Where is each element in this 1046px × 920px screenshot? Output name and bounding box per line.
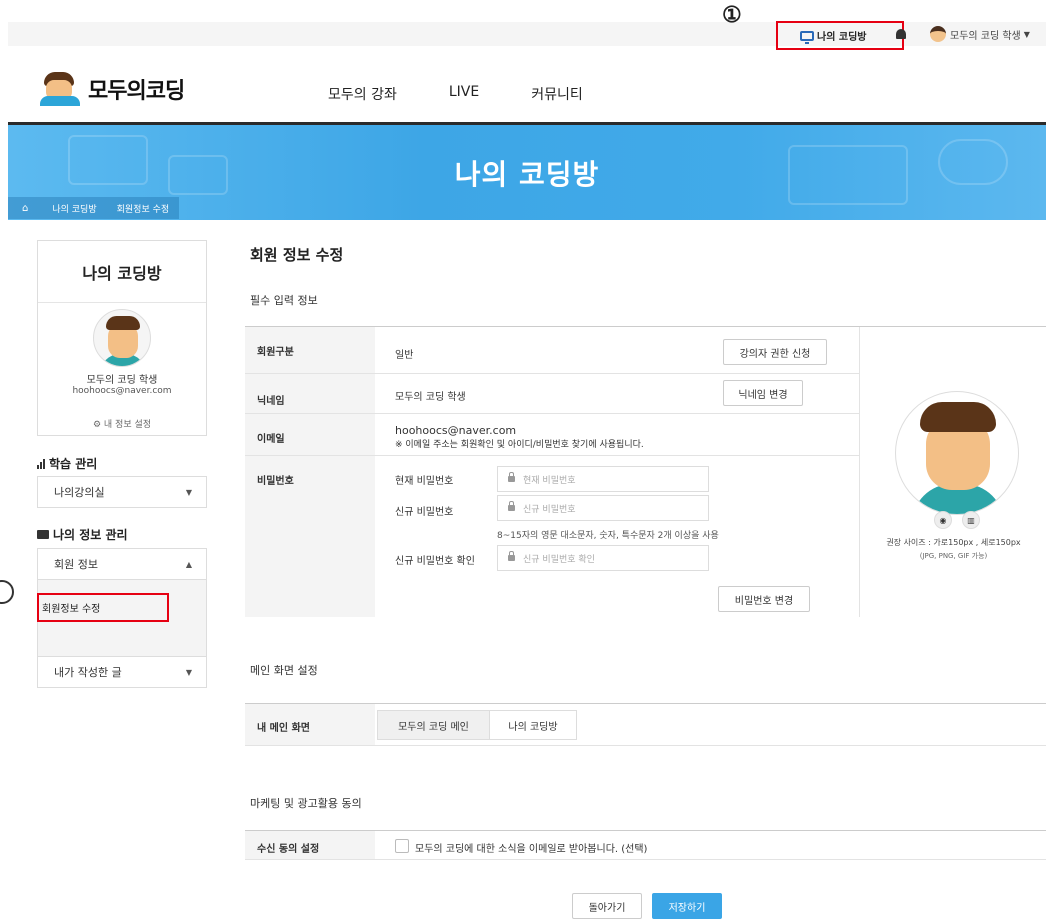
- marketing-title: 마케팅 및 광고활용 동의: [250, 797, 362, 810]
- learning-section-title: 학습 관리: [37, 455, 97, 472]
- member-info-label: 회원 정보: [54, 558, 98, 571]
- nav-community[interactable]: 커뮤니티: [531, 84, 583, 104]
- user-name: 모두의 코딩 학생: [950, 30, 1021, 42]
- trash-icon[interactable]: ▥: [962, 511, 980, 529]
- breadcrumb: ⌂ 나의 코딩방 회원정보 수정: [8, 197, 180, 219]
- breadcrumb-item[interactable]: 나의 코딩방: [42, 197, 107, 219]
- photo-size-note: 권장 사이즈 : 가로150px , 세로150px: [886, 538, 1021, 547]
- profile-photo: [895, 391, 1019, 515]
- confirm-password-label: 신규 비밀번호 확인: [395, 556, 475, 567]
- caret-down-icon: ▼: [1023, 29, 1030, 39]
- confirm-password-placeholder: 신규 비밀번호 확인: [523, 554, 595, 565]
- member-edit-label: 회원정보 수정: [42, 604, 101, 615]
- member-type-row: 회원구분 일반 강의자 권한 신청: [245, 327, 859, 374]
- back-button[interactable]: 돌아가기: [572, 893, 642, 919]
- my-classroom-select[interactable]: 나의강의실 ▼: [37, 476, 207, 508]
- banner-title: 나의 코딩방: [454, 158, 600, 191]
- consent-row: 수신 동의 설정 모두의 코딩에 대한 소식을 이메일로 받아봅니다. (선택): [245, 830, 1046, 860]
- breadcrumb-item: 회원정보 수정: [106, 197, 180, 219]
- nav-courses[interactable]: 모두의 강좌: [328, 84, 397, 104]
- current-password-input[interactable]: 현재 비밀번호: [497, 466, 709, 492]
- logo-mascot-icon: [36, 72, 86, 106]
- password-label: 비밀번호: [245, 456, 375, 617]
- main-screen-label: 내 메인 화면: [245, 704, 375, 745]
- instructor-request-button[interactable]: 강의자 권한 신청: [723, 339, 827, 365]
- gear-icon: ⚙: [92, 420, 102, 430]
- camera-icon[interactable]: ◉: [934, 511, 952, 529]
- page-title: 회원 정보 수정: [250, 246, 344, 264]
- nickname-value: 모두의 코딩 학생: [395, 392, 466, 403]
- nav-live[interactable]: LIVE: [449, 84, 479, 104]
- consent-label: 수신 동의 설정: [245, 831, 375, 859]
- main-option-mycoding[interactable]: 나의 코딩방: [489, 710, 577, 740]
- current-password-label: 현재 비밀번호: [395, 476, 454, 487]
- main-option-modu[interactable]: 모두의 코딩 메인: [377, 710, 490, 740]
- logo-text: 모두의코딩: [88, 79, 185, 104]
- lock-icon: [508, 501, 515, 511]
- profile-email: hoohoocs@naver.com: [72, 386, 172, 396]
- chevron-down-icon: ▼: [185, 487, 192, 497]
- chevron-up-icon: ▲: [185, 559, 192, 569]
- confirm-password-input[interactable]: 신규 비밀번호 확인: [497, 545, 709, 571]
- consent-checkbox[interactable]: [395, 839, 409, 853]
- my-posts-label: 내가 작성한 글: [54, 666, 122, 679]
- current-password-placeholder: 현재 비밀번호: [523, 475, 576, 486]
- main-nav: 모두의 강좌 LIVE 커뮤니티: [328, 84, 583, 104]
- save-button[interactable]: 저장하기: [652, 893, 722, 919]
- member-type-value: 일반: [395, 350, 414, 361]
- email-value: hoohoocs@naver.com: [395, 424, 517, 437]
- new-password-input[interactable]: 신규 비밀번호: [497, 495, 709, 521]
- member-info-select[interactable]: 회원 정보 ▲: [37, 548, 207, 580]
- info-title-label: 나의 정보 관리: [53, 528, 128, 542]
- profile-name: 모두의 코딩 학생: [86, 375, 158, 386]
- nickname-change-button[interactable]: 닉네임 변경: [723, 380, 803, 406]
- photo-buttons: ◉ ▥: [934, 511, 980, 529]
- sidebar-profile-card: 나의 코딩방 모두의 코딩 학생 hoohoocs@naver.com ⚙ 내 …: [37, 240, 207, 436]
- member-type-label: 회원구분: [245, 327, 375, 373]
- user-avatar-icon: [930, 26, 946, 42]
- email-note: ※ 이메일 주소는 회원확인 및 아이디/비밀번호 찾기에 사용됩니다.: [395, 440, 644, 450]
- profile-settings-link[interactable]: ⚙ 내 정보 설정: [38, 417, 206, 430]
- email-label: 이메일: [245, 414, 375, 455]
- main-screen-row: 내 메인 화면 모두의 코딩 메인 나의 코딩방: [245, 703, 1046, 746]
- new-password-placeholder: 신규 비밀번호: [523, 504, 576, 515]
- change-password-button[interactable]: 비밀번호 변경: [718, 586, 810, 612]
- my-coding-room-link[interactable]: 나의 코딩방: [776, 21, 904, 50]
- chevron-down-icon: ▼: [185, 667, 192, 677]
- photo-format-note: (JPG, PNG, GIF 가능): [919, 552, 988, 560]
- profile-photo-cell: ◉ ▥ 권장 사이즈 : 가로150px , 세로150px (JPG, PNG…: [859, 327, 1046, 617]
- bell-icon[interactable]: [896, 29, 906, 39]
- site-logo[interactable]: 모두의코딩: [36, 72, 185, 106]
- lock-icon: [508, 472, 515, 482]
- password-rule-hint: 8~15자의 영문 대소문자, 숫자, 특수문자 2개 이상을 사용: [497, 531, 719, 541]
- home-icon[interactable]: ⌂: [8, 197, 43, 219]
- my-coding-room-label: 나의 코딩방: [817, 32, 867, 43]
- monitor-icon: [800, 30, 814, 44]
- new-password-label: 신규 비밀번호: [395, 507, 454, 518]
- member-form: 회원구분 일반 강의자 권한 신청 닉네임 모두의 코딩 학생 닉네임 변경 이…: [245, 326, 1046, 617]
- nickname-row: 닉네임 모두의 코딩 학생 닉네임 변경: [245, 374, 859, 414]
- nickname-label: 닉네임: [245, 374, 375, 413]
- email-row: 이메일 hoohoocs@naver.com ※ 이메일 주소는 회원확인 및 …: [245, 414, 859, 456]
- my-posts-select[interactable]: 내가 작성한 글 ▼: [37, 656, 207, 688]
- chart-bar-icon: [37, 458, 45, 469]
- required-info-title: 필수 입력 정보: [250, 294, 318, 307]
- user-menu[interactable]: 모두의 코딩 학생 ▼: [930, 26, 1030, 42]
- annotation-marker-2: [0, 580, 14, 604]
- my-classroom-label: 나의강의실: [54, 486, 105, 499]
- annotation-marker-1: ①: [722, 2, 742, 28]
- learning-title-label: 학습 관리: [49, 457, 98, 471]
- folder-icon: [37, 530, 49, 539]
- consent-text: 모두의 코딩에 대한 소식을 이메일로 받아봅니다. (선택): [415, 844, 648, 855]
- password-row: 비밀번호 현재 비밀번호 현재 비밀번호 신규 비밀번호 신규 비밀번호 8~1…: [245, 456, 859, 617]
- profile-avatar: [93, 309, 151, 367]
- member-edit-menu-item[interactable]: 회원정보 수정: [37, 593, 169, 622]
- lock-icon: [508, 551, 515, 561]
- info-section-title: 나의 정보 관리: [37, 526, 128, 543]
- main-screen-title: 메인 화면 설정: [250, 664, 318, 677]
- sidebar-title: 나의 코딩방: [38, 241, 206, 303]
- profile-settings-label: 내 정보 설정: [103, 420, 152, 430]
